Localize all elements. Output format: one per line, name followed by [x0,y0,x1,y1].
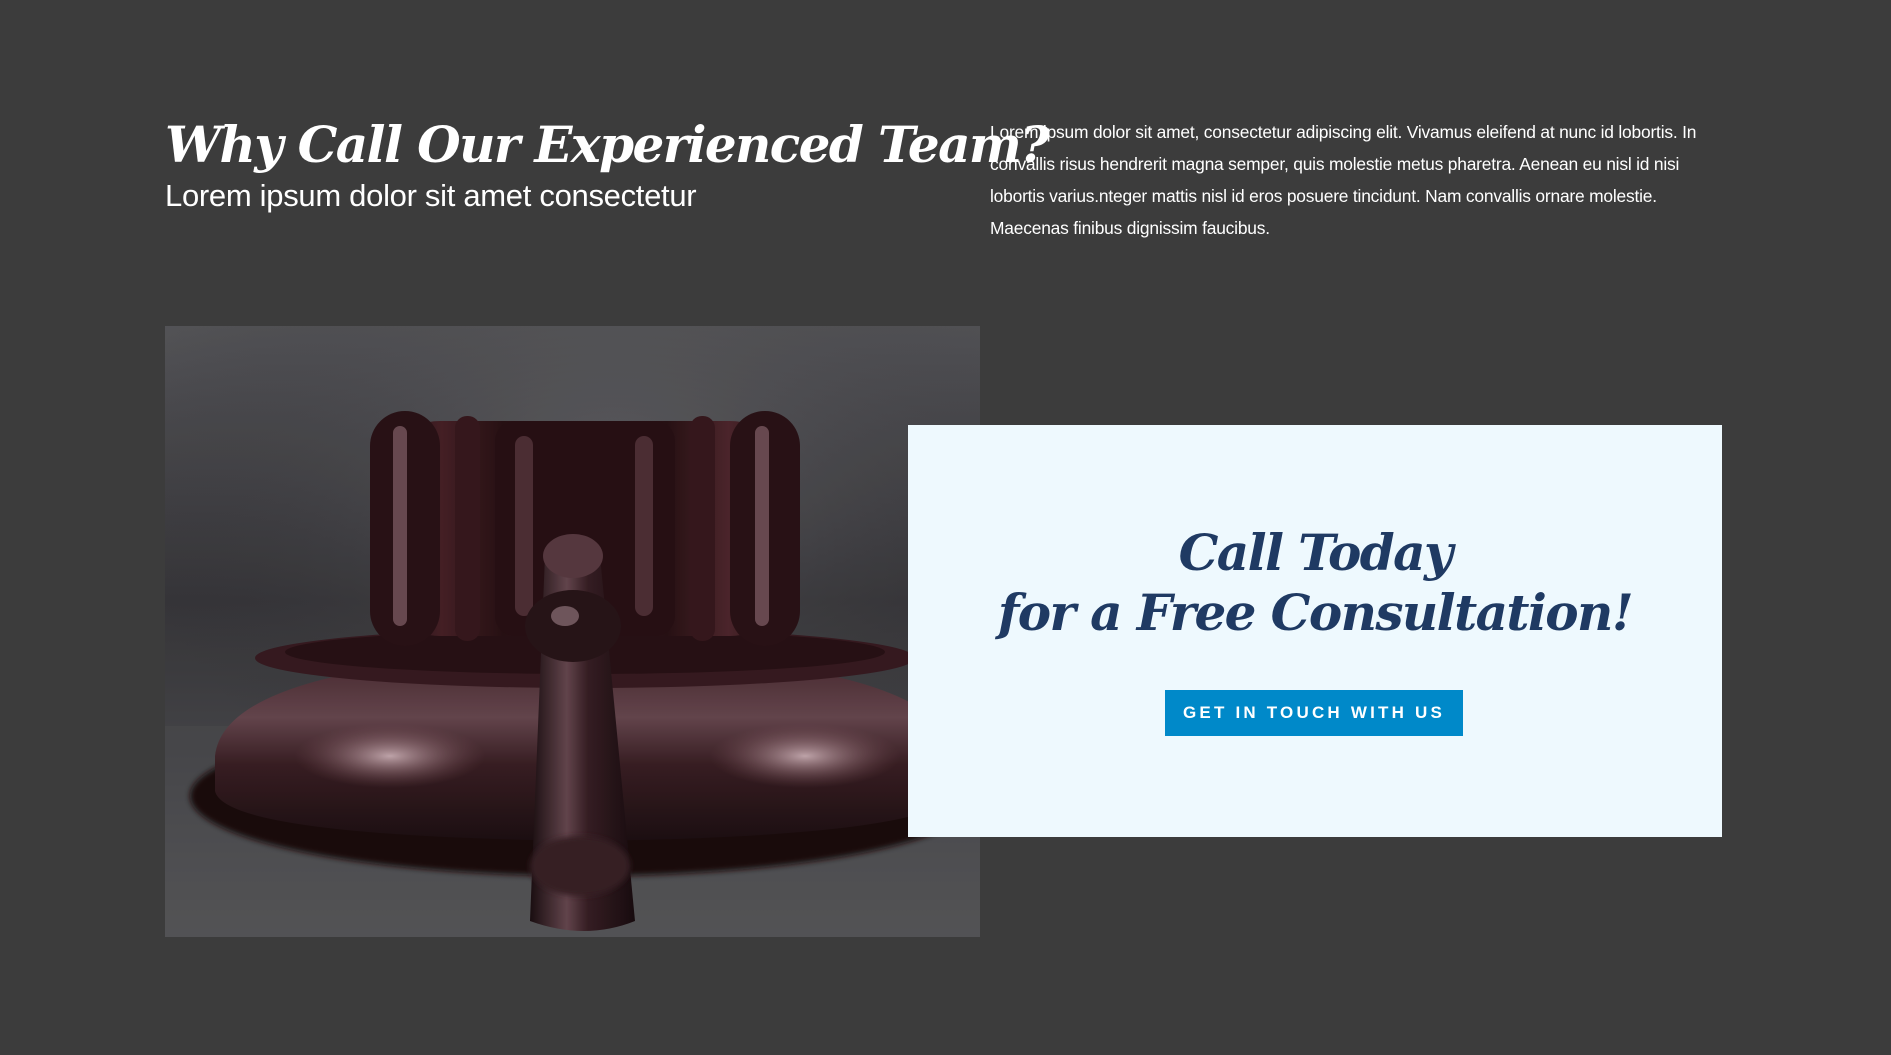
get-in-touch-button[interactable]: Get in touch with us [1165,690,1463,736]
section-subtitle: Lorem ipsum dolor sit amet consectetur [165,178,697,213]
section-title: Why Call Our Experienced Team? [165,115,1050,174]
gavel-image [165,326,980,937]
heading-block: Why Call Our Experienced Team? Lorem ips… [165,112,1050,214]
cta-title-line1: Call Today [1178,523,1453,582]
cta-title-line2: for a Free Consultation! [997,583,1634,642]
cta-card: Call Today for a Free Consultation! Get … [908,425,1722,837]
cta-title: Call Today for a Free Consultation! [908,523,1722,643]
intro-paragraph: Lorem ipsum dolor sit amet, consectetur … [990,122,1697,238]
